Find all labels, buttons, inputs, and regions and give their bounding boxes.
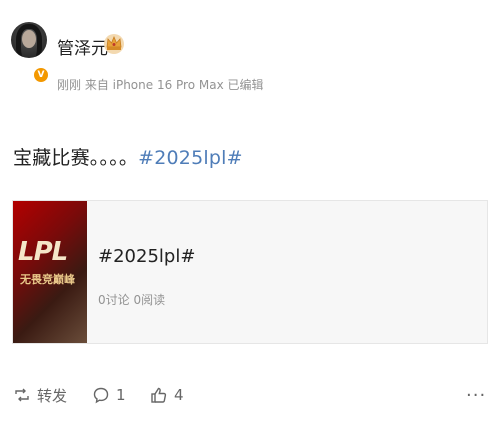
post-body: 宝藏比赛。。。。 (13, 147, 139, 169)
hashtag-link[interactable]: #2025lpl# (138, 147, 243, 169)
thumbs-up-icon (151, 387, 167, 403)
post-meta: 刚刚 来自 iPhone 16 Pro Max 已编辑 (57, 78, 264, 92)
repost-button[interactable]: 转发 (13, 383, 67, 407)
like-button[interactable]: 4 (150, 383, 184, 407)
lpl-slogan: 无畏竞巅峰 (20, 273, 75, 286)
post-text: 宝藏比赛。。。。#2025lpl# (13, 143, 243, 170)
topic-stats: 0讨论 0阅读 (98, 293, 166, 307)
topic-thumbnail: LPL 无畏竞巅峰 (13, 201, 87, 343)
like-count: 4 (174, 386, 184, 404)
more-options-icon[interactable]: ··· (466, 385, 486, 406)
lpl-logo: LPL (18, 237, 68, 267)
avatar-face (22, 30, 36, 48)
repost-label: 转发 (37, 386, 68, 405)
comment-count: 1 (116, 386, 126, 404)
topic-title: #2025lpl# (98, 246, 196, 267)
comment-icon (93, 387, 109, 404)
author-name[interactable]: 管泽元 (57, 34, 108, 59)
comment-button[interactable]: 1 (92, 383, 126, 407)
verified-badge-icon: V (32, 66, 50, 84)
avatar[interactable] (11, 22, 47, 58)
crown-icon[interactable] (103, 32, 125, 54)
topic-card[interactable]: LPL 无畏竞巅峰 #2025lpl# 0讨论 0阅读 (12, 200, 488, 344)
repost-icon (15, 388, 29, 402)
